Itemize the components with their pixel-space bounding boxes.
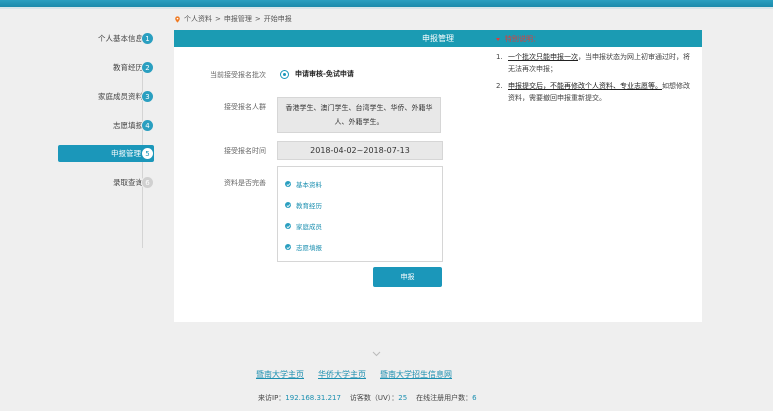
step-number-badge: 6 [141, 176, 154, 189]
group-value-line2: 人、外籍学生。 [334, 118, 384, 126]
visits-value: 25 [398, 394, 408, 402]
link-hqu-home[interactable]: 华侨大学主页 [318, 369, 366, 380]
notice-emphasis: 一个批次只能申报一次 [508, 53, 578, 61]
check-item-label: 基本资料 [296, 181, 322, 189]
visits-label: 访客数（UV）： [349, 394, 399, 402]
location-pin-icon [175, 15, 180, 23]
check-circle-icon [285, 223, 291, 229]
batch-radio-option[interactable]: 申请审核-免试申请 [280, 69, 354, 79]
chevron-down-icon[interactable] [372, 351, 381, 357]
radio-selected-icon[interactable] [280, 69, 289, 79]
complete-label: 资料是否完善 [224, 179, 266, 187]
group-value-line1: 香港学生、澳门学生、台湾学生、华侨、外籍华 [285, 104, 433, 112]
footer-links: 暨南大学主页 华侨大学主页 暨南大学招生信息网 [256, 369, 452, 380]
batch-value: 申请审核-免试申请 [295, 70, 354, 78]
breadcrumb-item-start: 开始申报 [263, 15, 292, 23]
step-number-badge: 2 [141, 61, 154, 74]
special-notice: 特别说明： 1. 一个批次只能申报一次，当申报状态为网上初审通过时，将无法再次申… [496, 32, 694, 104]
group-label: 接受报名人群 [224, 103, 266, 111]
online-value: 6 [472, 394, 477, 402]
batch-label: 当前接受报名批次 [210, 71, 266, 79]
check-item-volunteer[interactable]: 志愿填报 [285, 242, 322, 252]
check-circle-icon [285, 244, 291, 250]
step-number-badge: 5 [141, 147, 154, 160]
breadcrumb-separator: > [215, 15, 221, 23]
declaration-panel: 申报管理 当前接受报名批次 申请审核-免试申请 接受报名人群 香港学生、澳门学生… [174, 30, 702, 322]
sidebar-item-volunteer[interactable]: 志愿填报 4 [58, 117, 154, 134]
sidebar-item-basic-info[interactable]: 个人基本信息 1 [58, 30, 154, 47]
notice-emphasis: 申报提交后，不能再修改个人资料、专业志愿等。 [508, 82, 662, 90]
group-value-box: 香港学生、澳门学生、台湾学生、华侨、外籍华 人、外籍学生。 [277, 97, 441, 133]
submit-declaration-button[interactable]: 申报 [373, 267, 442, 287]
notice-item-2: 2. 申报提交后，不能再修改个人资料、专业志愿等。如想修改资料，需要撤回申报重新… [496, 80, 694, 104]
sidebar-item-label: 家庭成员资料 [98, 92, 143, 101]
footer-stats: 来访IP：192.168.31.217 访客数（UV）：25 在线注册用户数：6 [258, 393, 477, 403]
completeness-list: 基本资料 教育经历 家庭成员 志愿填报 [277, 166, 443, 262]
ip-value: 192.168.31.217 [285, 394, 341, 402]
check-item-education[interactable]: 教育经历 [285, 200, 322, 210]
sidebar-item-label: 申报管理 [111, 149, 141, 158]
step-number-badge: 3 [141, 90, 154, 103]
check-circle-icon [285, 202, 291, 208]
check-item-label: 志愿填报 [296, 244, 322, 252]
sidebar-item-declaration[interactable]: 申报管理 5 [58, 145, 154, 162]
top-bar [0, 0, 773, 7]
breadcrumb-separator: > [254, 15, 261, 23]
check-item-label: 家庭成员 [296, 223, 322, 231]
breadcrumb: 个人资料 > 申报管理 > 开始申报 [174, 14, 292, 24]
notice-number: 2. [496, 82, 503, 90]
sidebar-item-label: 录取查询 [113, 178, 143, 187]
check-circle-icon [285, 181, 291, 187]
step-number-badge: 4 [141, 119, 154, 132]
time-label: 接受报名时间 [224, 147, 266, 155]
link-jnu-admission[interactable]: 暨南大学招生信息网 [380, 369, 452, 380]
online-label: 在线注册用户数： [416, 394, 473, 402]
sidebar-item-label: 志愿填报 [113, 121, 143, 130]
notice-title: 特别说明： [496, 32, 694, 46]
ip-label: 来访IP： [258, 394, 286, 402]
sidebar-item-education[interactable]: 教育经历 2 [58, 59, 154, 76]
notice-number: 1. [496, 53, 503, 61]
notice-item-1: 1. 一个批次只能申报一次，当申报状态为网上初审通过时，将无法再次申报； [496, 51, 694, 75]
top-bar-shadow [0, 7, 773, 9]
sidebar-item-label: 教育经历 [113, 63, 143, 72]
breadcrumb-item-declaration[interactable]: 申报管理 [224, 14, 252, 24]
check-item-basic[interactable]: 基本资料 [285, 179, 322, 189]
time-value: 2018-04-02~2018-07-13 [277, 141, 443, 160]
sidebar-item-label: 个人基本信息 [98, 34, 143, 43]
notice-title-text: 特别说明： [505, 35, 540, 43]
sidebar-item-admission[interactable]: 录取查询 6 [58, 174, 154, 191]
step-number-badge: 1 [141, 32, 154, 45]
sidebar-item-family[interactable]: 家庭成员资料 3 [58, 88, 154, 105]
breadcrumb-item-profile[interactable]: 个人资料 [184, 14, 212, 24]
link-jnu-home[interactable]: 暨南大学主页 [256, 369, 304, 380]
caret-down-icon [496, 37, 500, 41]
check-item-label: 教育经历 [296, 202, 322, 210]
check-item-family[interactable]: 家庭成员 [285, 221, 322, 231]
